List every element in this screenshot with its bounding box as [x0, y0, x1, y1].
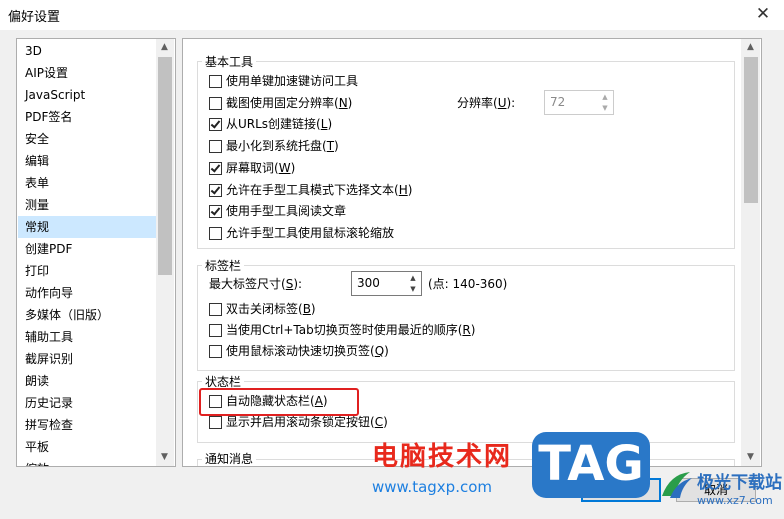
checkbox-checked-icon[interactable] [209, 205, 222, 219]
checkbox-unchecked-icon[interactable] [209, 324, 222, 337]
sidebar-item[interactable]: 测量 [18, 194, 156, 216]
settings-scrollbar[interactable]: ▲ ▼ [741, 39, 760, 466]
watermark-text: 电脑技术网 [372, 442, 513, 472]
sidebar-item[interactable]: 平板 [18, 436, 156, 458]
spin-up-icon[interactable]: ▲ [598, 92, 612, 103]
max-tab-size-value: 300 [357, 276, 380, 290]
sidebar-item[interactable]: 表单 [18, 172, 156, 194]
sidebar-item[interactable]: 3D [18, 40, 156, 62]
checkbox-label: 使用手型工具阅读文章 [226, 204, 347, 219]
sidebar-item[interactable]: PDF签名 [18, 106, 156, 128]
watermark-site-name: 极光下载站 [697, 473, 782, 493]
max-tab-size-spinbox[interactable]: 300 ▲ ▼ [351, 271, 422, 296]
scroll-up-icon[interactable]: ▲ [742, 39, 759, 56]
tab-bar-title: 标签栏 [202, 257, 245, 274]
sidebar-item[interactable]: 历史记录 [18, 392, 156, 414]
notifications-title: 通知消息 [202, 450, 257, 466]
checkbox-unchecked-icon[interactable] [209, 303, 222, 316]
checkbox-unchecked-icon[interactable] [209, 140, 222, 154]
checkbox-label: 最小化到系统托盘(T) [226, 139, 339, 154]
tag-logo-text: TAG [538, 436, 644, 492]
scroll-up-icon[interactable]: ▲ [156, 39, 173, 56]
checkbox-label: 屏幕取词(W) [226, 160, 296, 175]
highlight-box [199, 388, 359, 416]
resolution-value: 72 [550, 95, 566, 109]
max-tab-size-hint: (点: 140-360) [428, 277, 508, 291]
checkbox-label: 显示并启用滚动条锁定按钮(C) [226, 415, 388, 429]
sidebar-item[interactable]: 打印 [18, 260, 156, 282]
tag-logo: TAG [532, 432, 650, 498]
aurora-logo-icon [662, 472, 692, 498]
checkbox-unchecked-icon[interactable] [209, 96, 222, 110]
basic-tools-title: 基本工具 [202, 53, 257, 70]
checkbox-unchecked-icon[interactable] [209, 416, 222, 429]
sidebar-item[interactable]: 多媒体（旧版） [18, 304, 156, 326]
checkbox-label: 从URLs创建链接(L) [226, 117, 333, 132]
scroll-down-icon[interactable]: ▼ [156, 449, 173, 466]
checkbox-checked-icon[interactable] [209, 183, 222, 197]
checkbox-label: 当使用Ctrl+Tab切换页签时使用最近的顺序(R) [226, 323, 476, 337]
sidebar-item[interactable]: 编辑 [18, 150, 156, 172]
sidebar-item[interactable]: 缩放 [18, 458, 156, 466]
sidebar-item[interactable]: 朗读 [18, 370, 156, 392]
watermark-url: www.tagxp.com [372, 478, 492, 496]
sidebar-item[interactable]: 常规 [18, 216, 156, 238]
checkbox-unchecked-icon[interactable] [209, 226, 222, 240]
checkbox-unchecked-icon[interactable] [209, 75, 222, 88]
scroll-down-icon[interactable]: ▼ [742, 449, 759, 466]
checkbox-label: 使用单键加速键访问工具 [226, 74, 359, 88]
resolution-spinbox[interactable]: 72 ▲ ▼ [544, 90, 614, 115]
sidebar-item[interactable]: 截屏识别 [18, 348, 156, 370]
checkbox-unchecked-icon[interactable] [209, 345, 222, 358]
scroll-thumb[interactable] [158, 57, 172, 275]
checkbox-checked-icon[interactable] [209, 161, 222, 175]
max-tab-size-label: 最大标签尺寸(S): [209, 277, 303, 291]
checkbox-label: 双击关闭标签(B) [226, 302, 316, 316]
close-icon[interactable]: ✕ [745, 1, 781, 27]
title-bar: 偏好设置 ✕ [0, 0, 784, 30]
checkbox-label: 截图使用固定分辨率(N) [226, 95, 353, 110]
checkbox-checked-icon[interactable] [209, 118, 222, 132]
spin-down-icon[interactable]: ▼ [598, 103, 612, 114]
checkbox-label: 允许在手型工具模式下选择文本(H) [226, 182, 413, 197]
checkbox-label: 使用鼠标滚动快速切换页签(Q) [226, 344, 389, 358]
category-list[interactable]: 3D AIP设置 JavaScript PDF签名 安全 编辑 表单 测量 常规 创建PDF 打印动… [16, 38, 176, 467]
basic-tools-group [197, 61, 735, 249]
sidebar-item[interactable]: 创建PDF [18, 238, 156, 260]
sidebar-item[interactable]: JavaScript [18, 84, 156, 106]
checkbox-label: 允许手型工具使用鼠标滚轮缩放 [226, 225, 395, 240]
spin-down-icon[interactable]: ▼ [406, 284, 420, 295]
resolution-label: 分辨率(U): [457, 96, 516, 110]
sidebar-item[interactable]: 拼写检查 [18, 414, 156, 436]
sidebar-item[interactable]: 动作向导 [18, 282, 156, 304]
window-title: 偏好设置 [8, 10, 61, 25]
watermark-site-url: www.xz7.com [697, 494, 773, 507]
sidebar-item[interactable]: AIP设置 [18, 62, 156, 84]
sidebar-item[interactable]: 安全 [18, 128, 156, 150]
scroll-thumb[interactable] [744, 57, 758, 203]
spin-up-icon[interactable]: ▲ [406, 273, 420, 284]
sidebar-item[interactable]: 辅助工具 [18, 326, 156, 348]
category-scrollbar[interactable]: ▲ ▼ [156, 39, 174, 466]
